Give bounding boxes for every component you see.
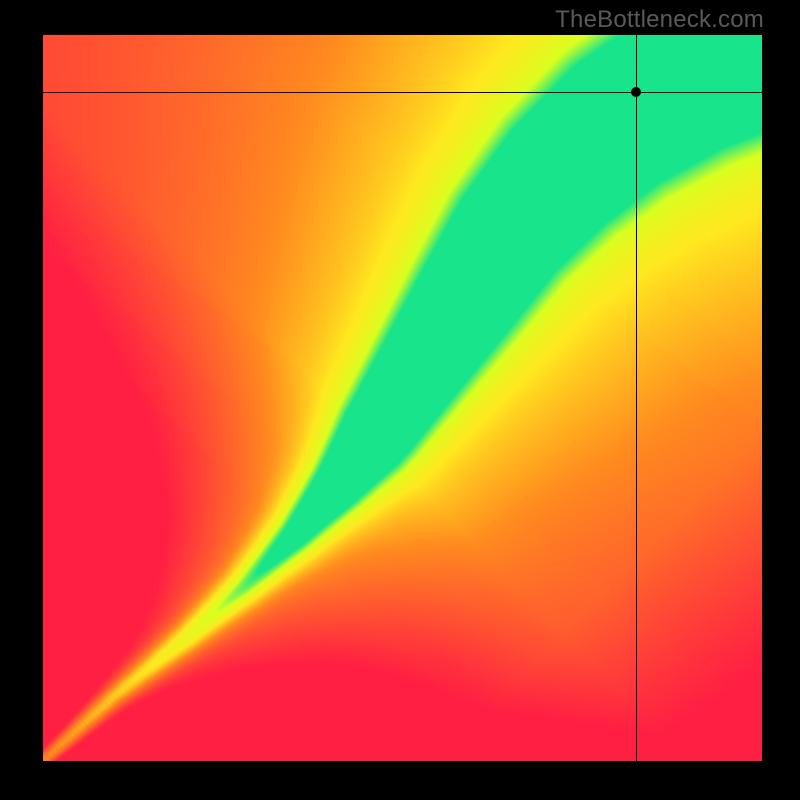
crosshair-horizontal xyxy=(43,92,762,93)
crosshair-vertical xyxy=(636,35,637,761)
selection-marker[interactable] xyxy=(631,87,641,97)
heatmap-canvas xyxy=(43,35,762,761)
app-frame: TheBottleneck.com xyxy=(0,0,800,800)
heatmap-plot xyxy=(43,35,762,761)
watermark-text: TheBottleneck.com xyxy=(555,6,764,34)
